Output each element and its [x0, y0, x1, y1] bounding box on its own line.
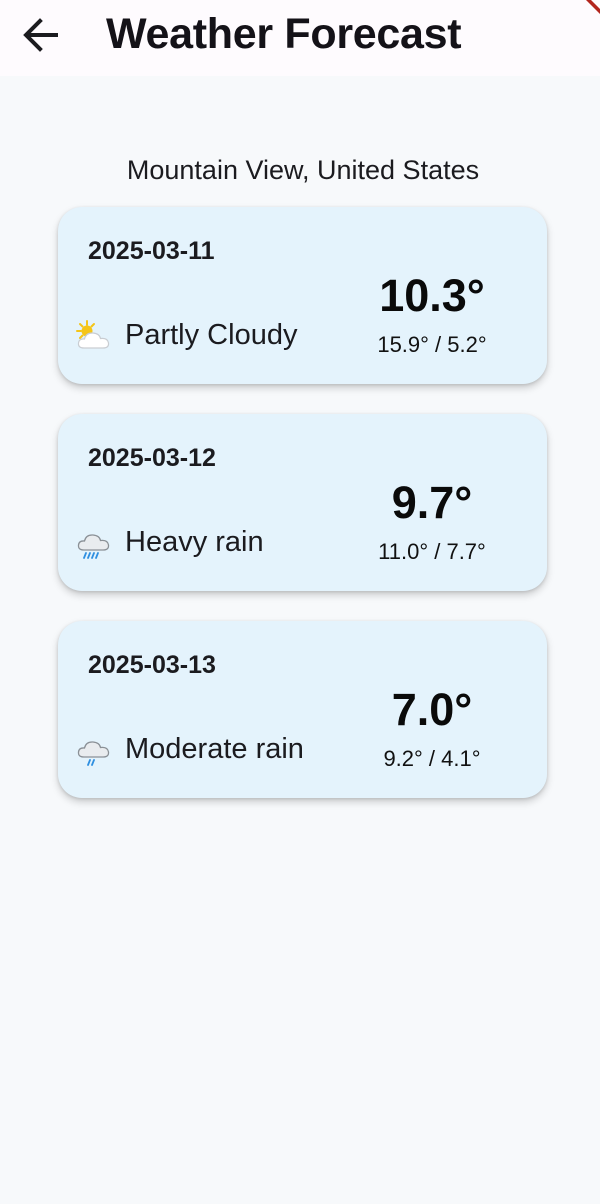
temperature-block: 10.3° 15.9° / 5.2° — [332, 269, 532, 359]
forecast-list: 2025-03-11 Partly Cloudy 10.3° 15.9° / 5… — [58, 207, 547, 828]
moderate-rain-icon — [77, 741, 110, 766]
page-title: Weather Forecast — [106, 10, 462, 58]
forecast-temperature: 9.7° — [391, 477, 473, 528]
temperature-block: 7.0° 9.2° / 4.1° — [332, 683, 532, 773]
forecast-card[interactable]: 2025-03-13 Moderate rain 7.0° 9.2° / 4.1… — [58, 621, 547, 798]
temperature-block: 9.7° 11.0° / 7.7° — [332, 476, 532, 566]
forecast-condition: Partly Cloudy — [125, 319, 298, 351]
forecast-condition: Heavy rain — [125, 526, 264, 558]
forecast-temperature: 10.3° — [379, 270, 485, 321]
heavy-rain-icon — [77, 534, 110, 559]
forecast-date: 2025-03-13 — [88, 651, 216, 679]
arrow-left-icon — [23, 18, 58, 52]
forecast-card[interactable]: 2025-03-11 Partly Cloudy 10.3° 15.9° / 5… — [58, 207, 547, 384]
forecast-card[interactable]: 2025-03-12 Heavy rain 9.7° 11.0° / 7.7° — [58, 414, 547, 591]
location-label: Mountain View, United States — [126, 155, 480, 185]
debug-banner — [586, 0, 600, 14]
forecast-temperature: 7.0° — [391, 684, 473, 735]
forecast-high-low: 15.9° / 5.2° — [377, 332, 487, 357]
forecast-high-low: 9.2° / 4.1° — [383, 746, 481, 771]
forecast-condition: Moderate rain — [125, 733, 304, 765]
partly-cloudy-icon — [76, 320, 110, 349]
forecast-date: 2025-03-12 — [88, 444, 216, 472]
back-button[interactable] — [14, 12, 66, 58]
forecast-high-low: 11.0° / 7.7° — [378, 539, 486, 564]
app-bar: Weather Forecast — [0, 0, 600, 76]
forecast-date: 2025-03-11 — [88, 237, 215, 265]
